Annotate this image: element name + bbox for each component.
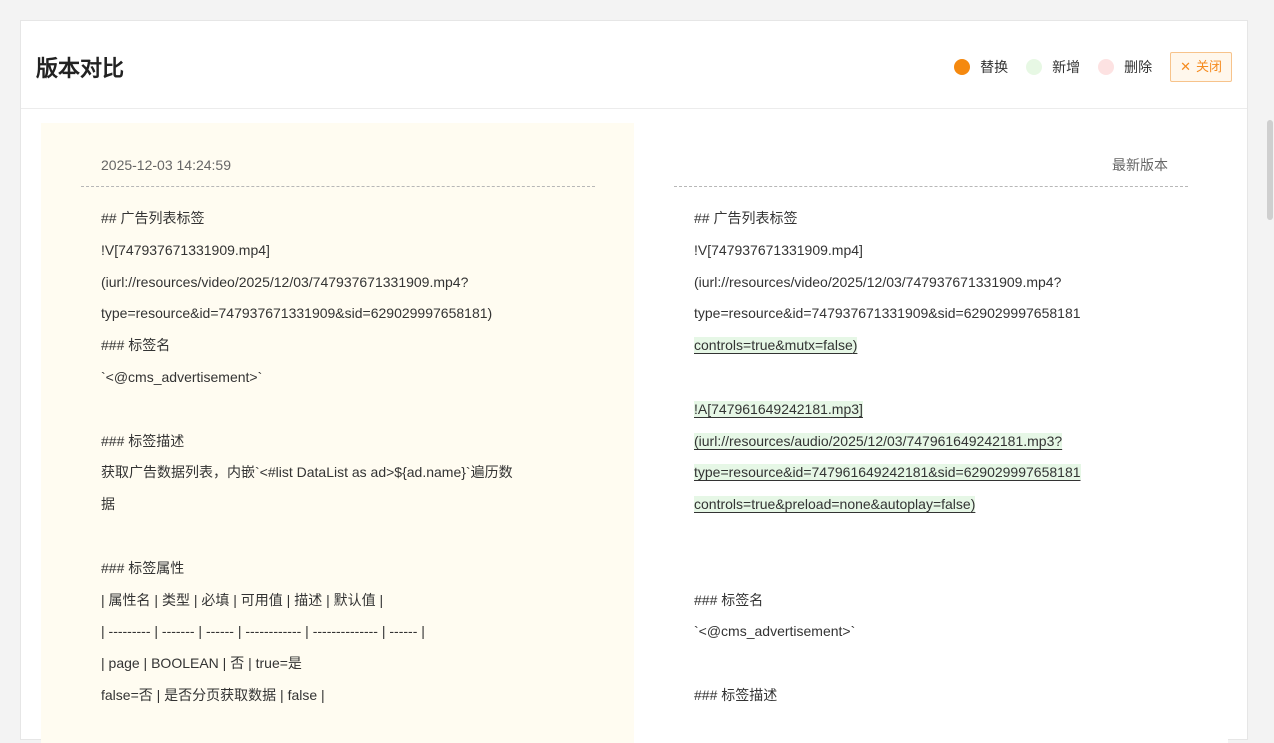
replace-color-dot	[954, 59, 971, 75]
line-text: `<@cms_advertisement>`	[694, 623, 856, 640]
close-button-label: 关闭	[1195, 59, 1222, 74]
page-scrollbar-track[interactable]	[1266, 0, 1274, 717]
old-content-line: (iurl://resources/video/2025/12/03/74793…	[101, 273, 469, 290]
old-version-panel[interactable]: 2025-12-03 14:24:59 ## 广告列表标签 !V[74793767…	[41, 123, 635, 743]
close-button[interactable]: ✕ 关闭	[1170, 52, 1232, 82]
new-content-line: ### 标签描述	[694, 680, 1188, 712]
old-content-line: ## 广告列表标签	[101, 210, 205, 226]
legend-add-label: 新增	[1052, 59, 1081, 75]
line-text: type=resource&id=747937671331909&sid=629…	[694, 305, 1081, 322]
new-content-line	[694, 553, 1188, 585]
added-content-line: type=resource&id=747961649242181&sid=629…	[694, 457, 1188, 489]
old-content-line	[101, 394, 595, 426]
new-version-panel[interactable]: 最新版本 ## 广告列表标签 !V[747937671331909.mp4] (iu…	[634, 123, 1228, 743]
new-content-line: ## 广告列表标签	[694, 203, 1188, 235]
new-content-line: (iurl://resources/video/2025/12/03/74793…	[694, 267, 1188, 299]
added-content-line: controls=true&mutx=false)	[694, 330, 1188, 362]
old-content-line: ### 标签属性	[101, 559, 185, 576]
legend-add: 新增	[1026, 57, 1080, 77]
old-content-line: type=resource&id=747937671331909&sid=629…	[101, 305, 493, 322]
delete-color-dot	[1098, 59, 1115, 75]
line-suffix: )	[852, 337, 858, 354]
old-content-line: | page | BOOLEAN | 否 | true=是	[101, 655, 302, 672]
line-text: ## 广告列表标签	[694, 210, 798, 226]
old-content-line: `<@cms_advertisement>`	[101, 368, 263, 385]
old-version-content: ## 广告列表标签 !V[747937671331909.mp4] (iurl://…	[101, 203, 595, 712]
add-color-dot	[1026, 59, 1043, 75]
line-text: (iurl://resources/video/2025/12/03/74793…	[694, 273, 1062, 290]
line-text: !V[747937671331909.mp4]	[694, 241, 863, 258]
added-content-line: controls=true&preload=none&autoplay=fals…	[694, 489, 1188, 521]
dialog-title: 版本对比	[36, 56, 125, 81]
added-content-line: !A[747961649242181.mp3]	[694, 394, 1188, 426]
new-content-line	[694, 362, 1188, 394]
old-content-line: ### 标签描述	[101, 432, 185, 449]
new-version-label: 最新版本	[674, 143, 1188, 187]
old-version-timestamp: 2025-12-03 14:24:59	[81, 143, 595, 187]
old-content-line: | 属性名 | 类型 | 必填 | 可用值 | 描述 | 默认值 |	[101, 591, 384, 608]
close-icon: ✕	[1180, 59, 1191, 74]
version-compare-dialog: 版本对比 替换 新增 删除 ✕ 关闭 2025-12-03 14:24:59 #…	[20, 20, 1248, 743]
new-version-content: ## 广告列表标签 !V[747937671331909.mp4] (iurl://…	[694, 203, 1188, 712]
added-text: !A[747961649242181.mp3]	[694, 400, 863, 417]
added-text: controls=true&preload=none&autoplay=fals…	[694, 496, 971, 513]
old-content-line: !V[747937671331909.mp4]	[101, 241, 270, 258]
compare-body: 2025-12-03 14:24:59 ## 广告列表标签 !V[74793767…	[21, 109, 1247, 743]
added-text: controls=true&mutx=false	[694, 337, 853, 354]
old-content-line: false=否 | 是否分页获取数据 | false |	[101, 686, 325, 703]
dialog-header: 版本对比 替换 新增 删除 ✕ 关闭	[21, 21, 1247, 109]
line-suffix: )	[970, 496, 976, 513]
line-text: ### 标签描述	[694, 686, 778, 703]
new-content-line: `<@cms_advertisement>`	[694, 616, 1188, 648]
line-text: ### 标签名	[694, 591, 764, 608]
legend-delete-label: 删除	[1124, 59, 1153, 75]
old-content-line	[101, 521, 595, 553]
page-scrollbar-thumb[interactable]	[1267, 120, 1273, 220]
legend-replace-label: 替换	[980, 59, 1009, 75]
new-content-line	[694, 648, 1188, 680]
legend-replace: 替换	[954, 57, 1008, 77]
added-text: type=resource&id=747961649242181&sid=629…	[694, 464, 1081, 481]
added-content-line: (iurl://resources/audio/2025/12/03/74796…	[694, 426, 1188, 458]
new-content-line: !V[747937671331909.mp4]	[694, 235, 1188, 267]
added-text: (iurl://resources/audio/2025/12/03/74796…	[694, 432, 1063, 449]
diff-legend: 替换 新增 删除 ✕ 关闭	[954, 52, 1232, 82]
old-content-line: 获取广告数据列表，内嵌`<#list DataList as ad>${ad.n…	[101, 464, 513, 481]
old-content-line: 据	[101, 496, 115, 513]
new-content-line: ### 标签名	[694, 585, 1188, 617]
old-content-line: | --------- | ------- | ------ | -------…	[101, 623, 425, 640]
legend-delete: 删除	[1098, 57, 1152, 77]
new-content-line: type=resource&id=747937671331909&sid=629…	[694, 298, 1188, 330]
new-content-line	[694, 521, 1188, 553]
old-content-line: ### 标签名	[101, 337, 171, 354]
